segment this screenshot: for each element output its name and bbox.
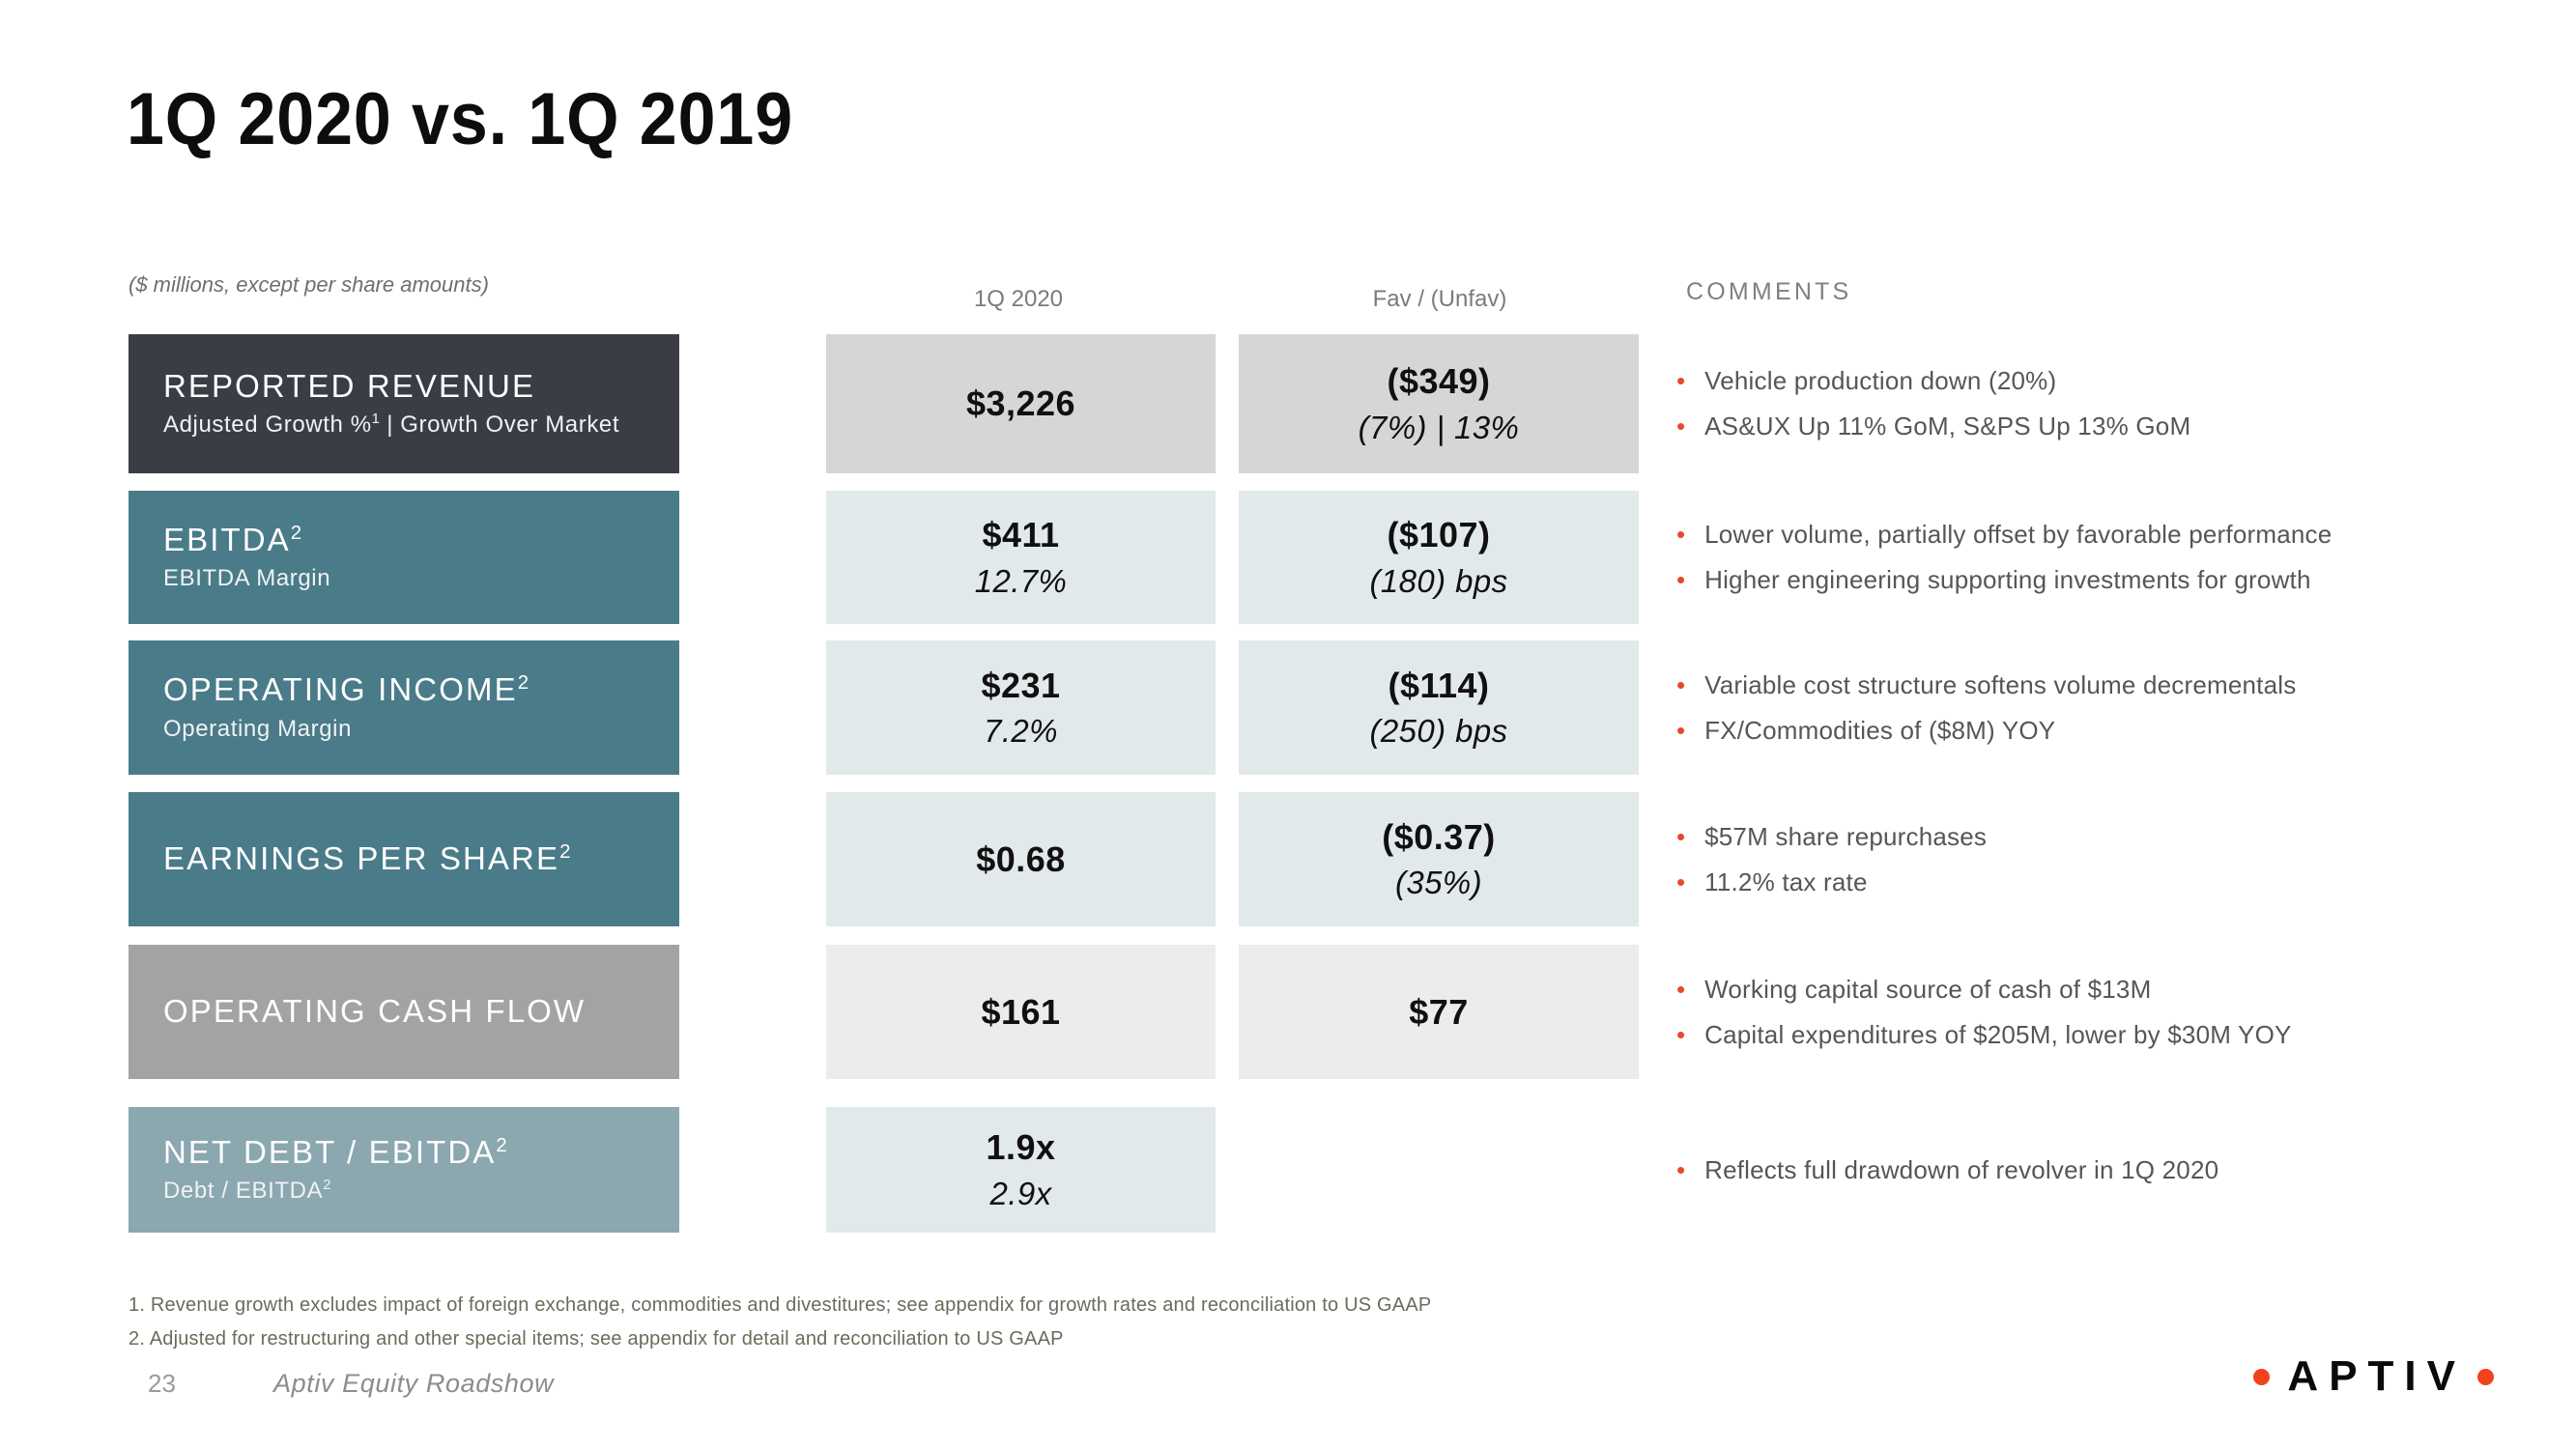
fav-unfav-subvalue: (35%) [1394,865,1483,901]
row-label: EARNINGS PER SHARE2 [163,840,571,877]
period-subvalue: 7.2% [984,713,1058,750]
value-cell-period: $411 12.7% [826,491,1216,624]
comments-cell: • $57M share repurchases • 11.2% tax rate [1676,792,2546,926]
comment-text: Higher engineering supporting investment… [1704,565,2311,594]
bullet-dot-icon: • [1676,1154,1686,1184]
deck-name: Aptiv Equity Roadshow [273,1369,555,1398]
row-label: REPORTED REVENUE [163,367,536,404]
comments-cell: • Variable cost structure softens volume … [1676,640,2546,775]
period-value: $231 [981,665,1061,705]
comment-bullet: • Capital expenditures of $205M, lower by… [1676,1020,2546,1050]
row-label-cell: OPERATING CASH FLOW [129,945,679,1079]
row-label: NET DEBT / EBITDA2 [163,1133,507,1170]
row-label-cell: REPORTED REVENUE Adjusted Growth %1 | Gro… [129,334,679,473]
bullet-dot-icon: • [1676,412,1686,440]
row-sublabel: EBITDA Margin [163,565,331,592]
bullet-dot-icon: • [1676,366,1686,395]
comment-text: Variable cost structure softens volume d… [1704,669,2297,699]
comment-text: AS&UX Up 11% GoM, S&PS Up 13% GoM [1704,412,2191,440]
table-row: EBITDA2 EBITDA Margin $411 12.7% ($107) (180)… [0,491,2576,624]
comment-text: Lower volume, partially offset by favora… [1704,520,2333,549]
comment-text: Reflects full drawdown of revolver in 1Q… [1704,1154,2219,1184]
row-label-cell: EARNINGS PER SHARE2 [129,792,679,926]
row-sublabel: Operating Margin [163,715,353,742]
value-cell-period: $161 [826,945,1216,1079]
logo-wordmark: APTIV [2287,1352,2466,1400]
fav-unfav-value: ($114) [1388,665,1490,705]
fav-unfav-value: $77 [1409,991,1469,1032]
comment-text: Capital expenditures of $205M, lower by … [1704,1019,2292,1049]
row-sublabel: Adjusted Growth %1 | Growth Over Market [163,412,620,439]
value-cell-period: 1.9x 2.9x [826,1107,1216,1233]
fav-unfav-subvalue: (180) bps [1369,562,1508,599]
bullet-dot-icon: • [1676,715,1686,745]
comment-bullet: • Higher engineering supporting investmen… [1676,565,2546,595]
comment-text: $57M share repurchases [1704,821,1988,851]
bullet-dot-icon: • [1676,1019,1686,1049]
period-value: $161 [981,991,1061,1032]
comment-bullet: • 11.2% tax rate [1676,867,2546,897]
period-value: $3,226 [965,384,1076,424]
period-value: $411 [982,515,1060,555]
value-cell-period: $0.68 [826,792,1216,926]
fav-unfav-value: ($0.37) [1382,816,1496,857]
row-label: OPERATING INCOME2 [163,671,530,708]
aptiv-logo: APTIV [2253,1352,2494,1401]
bullet-dot-icon: • [1676,974,1686,1004]
comment-text: Working capital source of cash of $13M [1704,974,2152,1004]
comments-cell: • Reflects full drawdown of revolver in 1… [1676,1107,2546,1233]
table-row: NET DEBT / EBITDA2 Debt / EBITDA2 1.9x 2.9x… [0,1107,2576,1233]
comment-bullet: • Vehicle production down (20%) [1676,366,2546,396]
table-row: OPERATING CASH FLOW $161 $77 • Working capit… [0,945,2576,1079]
bullet-dot-icon: • [1676,520,1686,549]
row-label: OPERATING CASH FLOW [163,993,587,1030]
logo-dot-left-icon [2253,1368,2271,1385]
footnote-2: 2. Adjusted for restructuring and other … [129,1328,1064,1350]
page-number: 23 [148,1369,176,1398]
comment-bullet: • AS&UX Up 11% GoM, S&PS Up 13% GoM [1676,412,2546,441]
value-cell-fav-unfav: ($107) (180) bps [1239,491,1639,624]
fav-unfav-value: ($349) [1387,361,1491,402]
value-cell-period: $231 7.2% [826,640,1216,775]
value-cell-fav-unfav: ($349) (7%) | 13% [1239,334,1639,473]
row-label-cell: NET DEBT / EBITDA2 Debt / EBITDA2 [129,1107,679,1233]
period-subvalue: 12.7% [974,562,1068,599]
row-sublabel: Debt / EBITDA2 [163,1178,331,1205]
value-cell-fav-unfav: ($114) (250) bps [1239,640,1639,775]
bullet-dot-icon: • [1676,565,1686,594]
period-value: 1.9x [986,1127,1056,1168]
comment-bullet: • Lower volume, partially offset by favor… [1676,520,2546,550]
comment-text: Vehicle production down (20%) [1704,366,2057,395]
comments-cell: • Lower volume, partially offset by favor… [1676,491,2546,624]
table-row: EARNINGS PER SHARE2 $0.68 ($0.37) (35%) • $57… [0,792,2576,926]
fav-unfav-value: ($107) [1387,515,1491,555]
comment-bullet: • Reflects full drawdown of revolver in 1… [1676,1155,2546,1185]
comment-bullet: • Working capital source of cash of $13M [1676,975,2546,1005]
footnote-1: 1. Revenue growth excludes impact of for… [129,1294,1432,1316]
comment-bullet: • $57M share repurchases [1676,822,2546,852]
comment-bullet: • Variable cost structure softens volume … [1676,670,2546,700]
bullet-dot-icon: • [1676,669,1686,699]
comment-text: FX/Commodities of ($8M) YOY [1704,715,2056,745]
row-label: EBITDA2 [163,521,302,557]
table-row: OPERATING INCOME2 Operating Margin $231 7.2… [0,640,2576,775]
table-row: REPORTED REVENUE Adjusted Growth %1 | Gro… [0,334,2576,473]
bullet-dot-icon: • [1676,821,1686,851]
comment-bullet: • FX/Commodities of ($8M) YOY [1676,716,2546,746]
row-label-cell: OPERATING INCOME2 Operating Margin [129,640,679,775]
bullet-dot-icon: • [1676,867,1686,896]
logo-dot-right-icon [2477,1368,2494,1385]
fav-unfav-subvalue: (250) bps [1369,713,1508,750]
fav-unfav-subvalue: (7%) | 13% [1358,409,1520,445]
comments-cell: • Working capital source of cash of $13M •… [1676,945,2546,1079]
row-label-cell: EBITDA2 EBITDA Margin [129,491,679,624]
period-value: $0.68 [976,838,1066,879]
value-cell-fav-unfav: $77 [1239,945,1639,1079]
value-cell-fav-unfav: ($0.37) (35%) [1239,792,1639,926]
financial-summary-table: REPORTED REVENUE Adjusted Growth %1 | Gro… [0,0,2576,1449]
comments-cell: • Vehicle production down (20%) • AS&UX Up … [1676,334,2546,473]
comment-text: 11.2% tax rate [1704,867,1868,896]
value-cell-period: $3,226 [826,334,1216,473]
period-subvalue: 2.9x [989,1175,1052,1211]
